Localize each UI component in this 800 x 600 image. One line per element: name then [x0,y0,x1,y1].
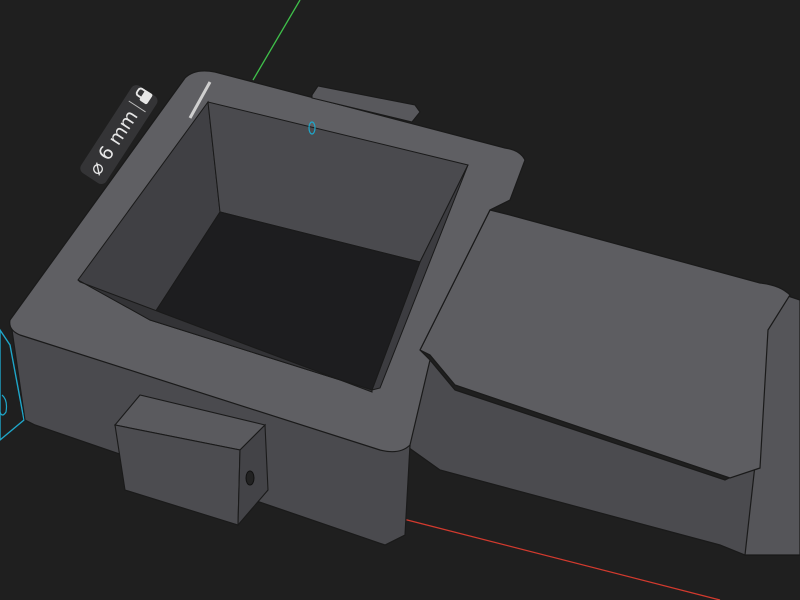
front-tab-hole[interactable] [245,470,255,486]
lock-icon[interactable] [133,85,154,107]
model-canvas[interactable] [0,0,800,600]
selected-hole-outline[interactable] [0,394,8,416]
y-axis-line [252,0,301,81]
3d-viewport[interactable]: ⌀ 6 mm [0,0,800,600]
